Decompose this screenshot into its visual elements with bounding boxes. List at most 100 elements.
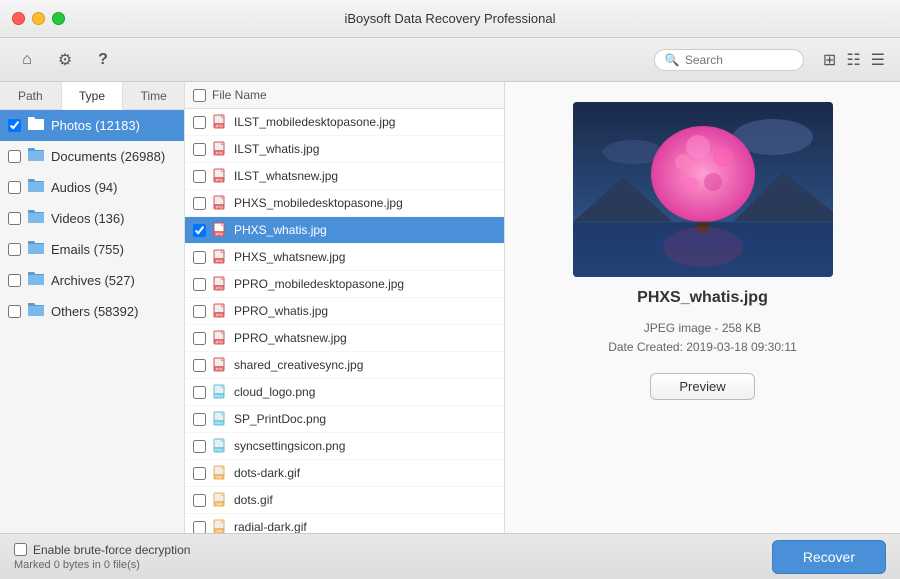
file-row[interactable]: PNG SP_PrintDoc.png	[185, 406, 504, 433]
file-checkbox-12[interactable]	[193, 440, 206, 453]
folder-icon	[27, 208, 45, 229]
title-bar: iBoysoft Data Recovery Professional	[0, 0, 900, 38]
file-type-icon: JPG	[212, 168, 228, 184]
file-row[interactable]: JPG PPRO_mobiledesktopasone.jpg	[185, 271, 504, 298]
file-row[interactable]: GIF radial-dark.gif	[185, 514, 504, 533]
file-name: PPRO_whatsnew.jpg	[234, 331, 496, 345]
file-row[interactable]: GIF dots-dark.gif	[185, 460, 504, 487]
file-name: PHXS_mobiledesktopasone.jpg	[234, 196, 496, 210]
file-row[interactable]: JPG ILST_mobiledesktopasone.jpg	[185, 109, 504, 136]
sidebar-item-checkbox-6[interactable]	[8, 305, 21, 318]
sidebar-item-checkbox-2[interactable]	[8, 181, 21, 194]
brute-force-checkbox[interactable]	[14, 543, 27, 556]
file-row[interactable]: JPG PPRO_whatsnew.jpg	[185, 325, 504, 352]
file-type-icon: JPG	[212, 141, 228, 157]
file-row[interactable]: JPG PPRO_whatis.jpg	[185, 298, 504, 325]
file-row[interactable]: GIF dots.gif	[185, 487, 504, 514]
preview-filename: PHXS_whatis.jpg	[637, 289, 768, 307]
sidebar-item-documents[interactable]: Documents (26988)	[0, 141, 184, 172]
file-checkbox-5[interactable]	[193, 251, 206, 264]
file-name: PPRO_whatis.jpg	[234, 304, 496, 318]
sidebar-item-archives[interactable]: Archives (527)	[0, 265, 184, 296]
file-row[interactable]: JPG ILST_whatsnew.jpg	[185, 163, 504, 190]
svg-text:JPG: JPG	[215, 367, 223, 372]
svg-text:JPG: JPG	[215, 205, 223, 210]
thumbnail-view-button[interactable]: ⊞	[820, 47, 839, 73]
file-checkbox-4[interactable]	[193, 224, 206, 237]
preview-button[interactable]: Preview	[650, 373, 754, 400]
folder-icon	[27, 146, 45, 167]
sidebar-item-emails[interactable]: Emails (755)	[0, 234, 184, 265]
file-row[interactable]: PNG syncsettingsicon.png	[185, 433, 504, 460]
file-row[interactable]: JPG PHXS_mobiledesktopasone.jpg	[185, 190, 504, 217]
bottom-bar: Enable brute-force decryption Marked 0 b…	[0, 533, 900, 579]
file-checkbox-8[interactable]	[193, 332, 206, 345]
file-checkbox-2[interactable]	[193, 170, 206, 183]
svg-text:JPG: JPG	[215, 124, 223, 129]
search-input[interactable]	[685, 53, 795, 67]
file-checkbox-1[interactable]	[193, 143, 206, 156]
help-button[interactable]: ?	[88, 45, 118, 75]
file-list-header: File Name	[185, 82, 504, 109]
file-checkbox-14[interactable]	[193, 494, 206, 507]
sidebar-item-checkbox-0[interactable]	[8, 119, 21, 132]
sidebar-item-checkbox-1[interactable]	[8, 150, 21, 163]
maximize-button[interactable]	[52, 12, 65, 25]
file-type-icon: PNG	[212, 384, 228, 400]
sidebar-item-others[interactable]: Others (58392)	[0, 296, 184, 327]
file-name: cloud_logo.png	[234, 385, 496, 399]
sidebar-item-label: Others (58392)	[51, 304, 138, 319]
file-row[interactable]: JPG ILST_whatis.jpg	[185, 136, 504, 163]
brute-force-row: Enable brute-force decryption	[14, 543, 756, 557]
file-name: PHXS_whatis.jpg	[234, 223, 496, 237]
columns-view-button[interactable]: ☷	[843, 47, 863, 73]
tab-path[interactable]: Path	[0, 82, 62, 109]
sidebar-item-label: Photos (12183)	[51, 118, 140, 133]
svg-text:PNG: PNG	[215, 394, 224, 399]
file-type-icon: PNG	[212, 438, 228, 454]
file-checkbox-9[interactable]	[193, 359, 206, 372]
list-view-button[interactable]: ☰	[868, 47, 888, 73]
sidebar-item-audios[interactable]: Audios (94)	[0, 172, 184, 203]
svg-text:GIF: GIF	[216, 502, 223, 507]
file-checkbox-3[interactable]	[193, 197, 206, 210]
svg-text:GIF: GIF	[216, 529, 223, 534]
sidebar-item-label: Audios (94)	[51, 180, 117, 195]
settings-button[interactable]: ⚙	[50, 45, 80, 75]
tab-type[interactable]: Type	[62, 82, 124, 110]
file-row[interactable]: JPG PHXS_whatsnew.jpg	[185, 244, 504, 271]
select-all-checkbox[interactable]	[193, 89, 206, 102]
sidebar-item-photos[interactable]: Photos (12183)	[0, 110, 184, 141]
file-row[interactable]: PNG cloud_logo.png	[185, 379, 504, 406]
file-row[interactable]: JPG PHXS_whatis.jpg	[185, 217, 504, 244]
sidebar-item-label: Archives (527)	[51, 273, 135, 288]
sidebar-item-videos[interactable]: Videos (136)	[0, 203, 184, 234]
file-checkbox-0[interactable]	[193, 116, 206, 129]
file-type-icon: JPG	[212, 195, 228, 211]
sidebar-item-checkbox-4[interactable]	[8, 243, 21, 256]
home-button[interactable]: ⌂	[12, 45, 42, 75]
svg-text:PNG: PNG	[215, 448, 224, 453]
file-type-icon: JPG	[212, 276, 228, 292]
file-checkbox-13[interactable]	[193, 467, 206, 480]
close-button[interactable]	[12, 12, 25, 25]
file-checkbox-10[interactable]	[193, 386, 206, 399]
file-checkbox-6[interactable]	[193, 278, 206, 291]
file-type-icon: GIF	[212, 492, 228, 508]
minimize-button[interactable]	[32, 12, 45, 25]
sidebar-item-checkbox-3[interactable]	[8, 212, 21, 225]
file-type-icon: JPG	[212, 330, 228, 346]
file-row[interactable]: JPG shared_creativesync.jpg	[185, 352, 504, 379]
tab-time[interactable]: Time	[123, 82, 184, 109]
file-checkbox-15[interactable]	[193, 521, 206, 534]
recover-button[interactable]: Recover	[772, 540, 886, 574]
sidebar-items: Photos (12183) Documents (26988) Audios …	[0, 110, 184, 327]
sidebar-item-checkbox-5[interactable]	[8, 274, 21, 287]
file-checkbox-7[interactable]	[193, 305, 206, 318]
file-rows: JPG ILST_mobiledesktopasone.jpg JPG ILST…	[185, 109, 504, 533]
file-name: ILST_mobiledesktopasone.jpg	[234, 115, 496, 129]
svg-text:JPG: JPG	[215, 340, 223, 345]
file-checkbox-11[interactable]	[193, 413, 206, 426]
svg-text:GIF: GIF	[216, 475, 223, 480]
sidebar-item-label: Documents (26988)	[51, 149, 165, 164]
